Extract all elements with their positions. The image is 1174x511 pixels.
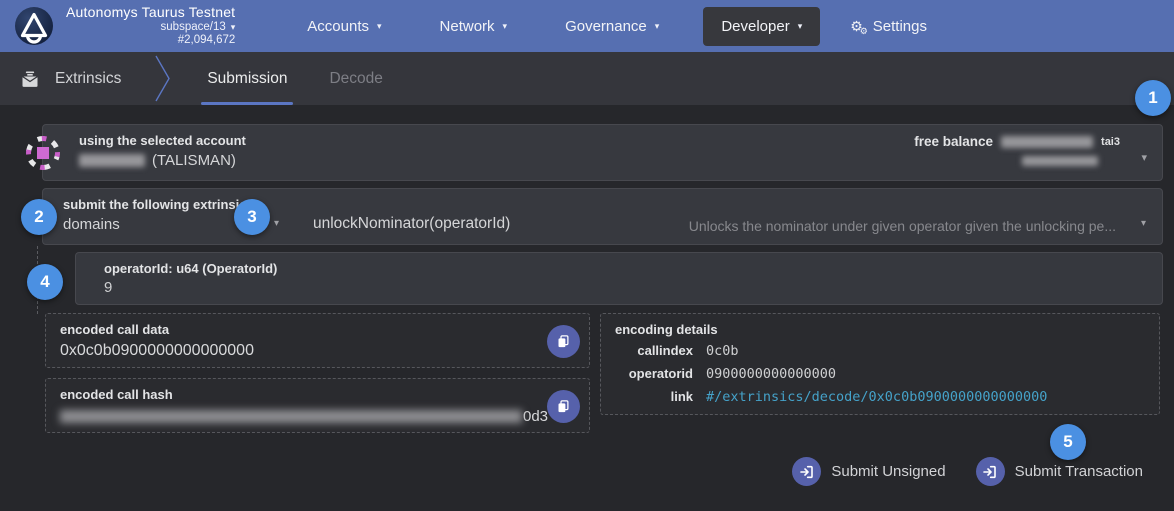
- chain-name: Autonomys Taurus Testnet: [66, 4, 235, 21]
- method-description: Unlocks the nominator under given operat…: [689, 218, 1116, 234]
- operatorid-label: operatorid: [615, 363, 693, 385]
- menu-network[interactable]: Network ▾: [426, 7, 522, 46]
- extrinsic-select-row: submit the following extrinsic domains ▾…: [42, 188, 1163, 245]
- menu-network-label: Network: [440, 18, 495, 35]
- annotation-marker-1: 1: [1135, 80, 1171, 116]
- account-row-label: using the selected account: [79, 133, 246, 148]
- chevron-down-icon: ▾: [231, 23, 236, 32]
- tab-decode-label: Decode: [329, 70, 382, 88]
- gears-icon: ⚙⚙: [850, 19, 863, 33]
- tab-submission-label: Submission: [207, 70, 287, 88]
- account-expander-chevron-icon[interactable]: ▾: [1141, 151, 1147, 164]
- account-name-suffix: (TALISMAN): [152, 152, 236, 169]
- sign-in-icon: [792, 457, 821, 486]
- extrinsics-submission-panel: using the selected account (TALISMAN) fr…: [0, 105, 1174, 511]
- account-select-row[interactable]: using the selected account (TALISMAN) fr…: [42, 124, 1163, 181]
- chevron-down-icon: ▾: [503, 22, 508, 31]
- menu-accounts-label: Accounts: [307, 18, 369, 35]
- param-label: operatorId: u64 (OperatorId): [104, 261, 1162, 276]
- page: Autonomys Taurus Testnet subspace/13 ▾ #…: [0, 0, 1174, 511]
- annotation-marker-4: 4: [27, 264, 63, 300]
- main-menu: Accounts ▾ Network ▾ Governance ▾ Develo…: [293, 7, 971, 46]
- menu-governance-label: Governance: [565, 18, 647, 35]
- pallet-value: domains: [63, 216, 246, 233]
- extrinsic-row-label: submit the following extrinsic: [63, 197, 246, 212]
- best-block-number: #2,094,672: [178, 34, 236, 48]
- annotation-marker-5: 5: [1050, 424, 1086, 460]
- free-balance: free balance tai3: [914, 134, 1120, 166]
- free-balance-label: free balance: [914, 134, 993, 149]
- top-navbar: Autonomys Taurus Testnet subspace/13 ▾ #…: [0, 0, 1174, 52]
- submit-unsigned-button[interactable]: Submit Unsigned: [792, 457, 945, 486]
- pallet-chevron-down-icon[interactable]: ▾: [274, 218, 279, 229]
- operatorid-input[interactable]: [104, 279, 704, 296]
- encoded-call-data-value: 0x0c0b0900000000000000: [60, 342, 575, 360]
- tab-decode[interactable]: Decode: [317, 52, 394, 105]
- chain-info: Autonomys Taurus Testnet subspace/13 ▾ #…: [66, 4, 235, 48]
- encoded-call-hash-box: encoded call hash 0d3: [45, 378, 590, 433]
- decode-link[interactable]: #/extrinsics/decode/0x0c0b09000000000000…: [706, 389, 1047, 405]
- redacted-account-name: [79, 154, 145, 167]
- submit-unsigned-label: Submit Unsigned: [831, 463, 945, 480]
- extrinsics-icon: [20, 69, 40, 89]
- autonomys-logo-icon[interactable]: [14, 6, 54, 46]
- section-title: Extrinsics: [55, 70, 121, 88]
- call-hash-tail: 0d3: [523, 408, 548, 425]
- redacted-balance-detail: [1022, 156, 1098, 166]
- section-tabbar: Extrinsics Submission Decode: [0, 52, 1174, 105]
- chevron-down-icon: ▾: [798, 22, 803, 31]
- runtime-selector[interactable]: subspace/13 ▾: [161, 21, 236, 35]
- menu-developer-label: Developer: [721, 18, 789, 35]
- param-row-operatorid: operatorId: u64 (OperatorId): [75, 252, 1163, 305]
- encoded-call-data-box: encoded call data 0x0c0b0900000000000000: [45, 313, 590, 368]
- encoded-call-data-label: encoded call data: [60, 322, 575, 337]
- copy-call-hash-button[interactable]: [547, 390, 580, 423]
- encoding-details-title: encoding details: [615, 322, 1145, 337]
- copy-call-data-button[interactable]: [547, 325, 580, 358]
- link-label: link: [615, 386, 693, 408]
- method-chevron-down-icon[interactable]: ▾: [1141, 218, 1146, 229]
- encoding-details-box: encoding details callindex 0c0b operator…: [600, 313, 1160, 415]
- breadcrumb-chevron-separator: [155, 52, 171, 105]
- callindex-label: callindex: [615, 340, 693, 362]
- submit-actions: Submit Unsigned Submit Transaction: [792, 457, 1143, 486]
- callindex-value: 0c0b: [706, 340, 1145, 362]
- menu-settings[interactable]: ⚙⚙ Settings: [836, 7, 941, 46]
- account-identicon[interactable]: [24, 134, 62, 172]
- chevron-down-icon: ▾: [377, 22, 382, 31]
- runtime-label: subspace/13: [161, 21, 226, 35]
- pallet-select[interactable]: submit the following extrinsic domains: [63, 197, 246, 233]
- menu-accounts[interactable]: Accounts ▾: [293, 7, 395, 46]
- balance-unit: tai3: [1101, 136, 1120, 148]
- menu-developer[interactable]: Developer ▾: [703, 7, 820, 46]
- annotation-marker-3: 3: [234, 199, 270, 235]
- method-select[interactable]: unlockNominator(operatorId): [313, 215, 510, 233]
- submit-transaction-button[interactable]: Submit Transaction: [976, 457, 1143, 486]
- operatorid-value: 0900000000000000: [706, 363, 1145, 385]
- selected-account: using the selected account (TALISMAN): [79, 133, 246, 169]
- menu-settings-label: Settings: [873, 18, 927, 35]
- redacted-balance-value: [1001, 136, 1093, 148]
- tab-submission[interactable]: Submission: [195, 52, 299, 105]
- redacted-call-hash: [60, 410, 522, 423]
- menu-governance[interactable]: Governance ▾: [551, 7, 673, 46]
- encoded-call-hash-label: encoded call hash: [60, 387, 575, 402]
- annotation-marker-2: 2: [21, 199, 57, 235]
- chevron-down-icon: ▾: [655, 22, 660, 31]
- submit-transaction-label: Submit Transaction: [1015, 463, 1143, 480]
- sign-in-icon: [976, 457, 1005, 486]
